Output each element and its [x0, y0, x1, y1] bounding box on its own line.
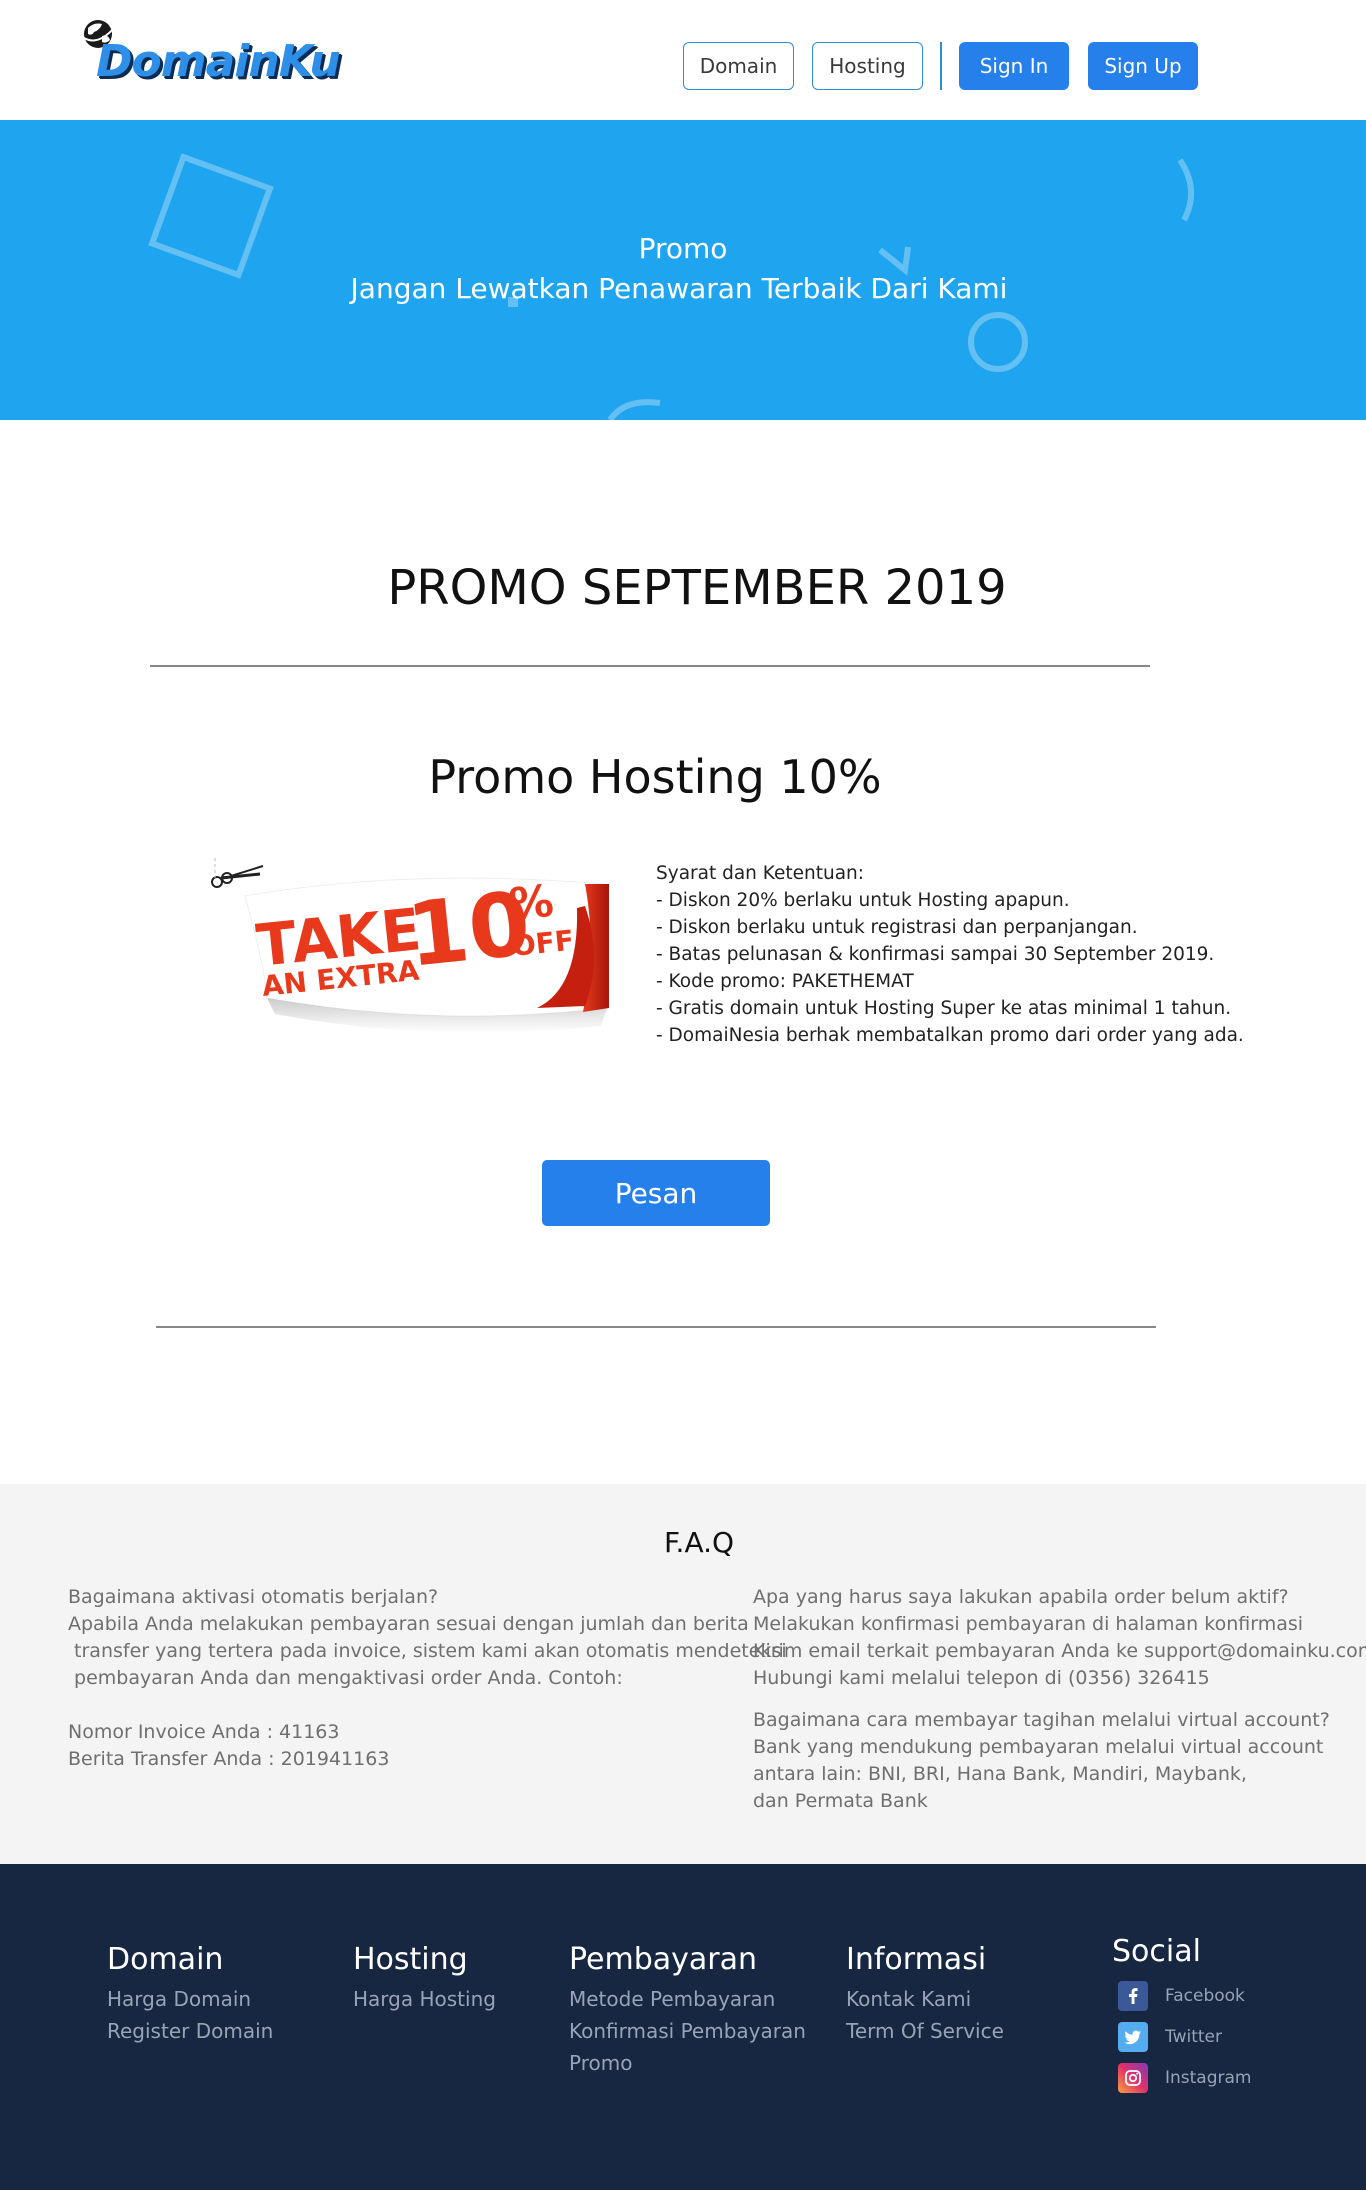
faq-question: Bagaimana aktivasi otomatis berjalan?: [68, 1586, 439, 1608]
footer-link-promo[interactable]: Promo: [569, 2047, 806, 2079]
hero-banner: Promo Jangan Lewatkan Penawaran Terbaik …: [0, 120, 1366, 420]
terms-line: - Batas pelunasan & konfirmasi sampai 30…: [656, 944, 1215, 965]
divider: [156, 1326, 1156, 1328]
footer-social-column: Social Facebook Twitter Instagram: [1112, 1934, 1252, 2098]
instagram-icon: [1118, 2062, 1148, 2093]
divider: [150, 665, 1150, 667]
faq-answer-line: Kirim email terkait pembayaran Anda ke s…: [753, 1640, 1366, 1662]
hero-subtitle: Jangan Lewatkan Penawaran Terbaik Dari K…: [350, 272, 1008, 305]
facebook-icon: [1118, 1980, 1148, 2011]
footer-domain-column: Domain Harga Domain Register Domain: [107, 1942, 273, 2047]
nav-hosting-button[interactable]: Hosting: [812, 42, 923, 90]
footer-link-metode-pembayaran[interactable]: Metode Pembayaran: [569, 1983, 806, 2015]
faq-title: F.A.Q: [663, 1526, 735, 1559]
social-link-facebook[interactable]: Facebook: [1112, 1975, 1252, 2016]
terms-line: - DomaiNesia berhak membatalkan promo da…: [656, 1025, 1244, 1046]
footer-informasi-column: Informasi Kontak Kami Term Of Service: [846, 1942, 1004, 2047]
social-label: Instagram: [1165, 2067, 1252, 2088]
faq-answer-line: Bank yang mendukung pembayaran melalui v…: [753, 1736, 1324, 1758]
faq-example-line: Nomor Invoice Anda : 41163: [68, 1721, 340, 1743]
order-button[interactable]: Pesan: [542, 1160, 770, 1226]
footer-pembayaran-column: Pembayaran Metode Pembayaran Konfirmasi …: [569, 1942, 806, 2079]
terms-line: - Diskon 20% berlaku untuk Hosting apapu…: [656, 890, 1070, 911]
footer-link-kontak-kami[interactable]: Kontak Kami: [846, 1983, 1004, 2015]
nav-domain-button[interactable]: Domain: [683, 42, 794, 90]
promo-subheading: Promo Hosting 10%: [428, 750, 882, 804]
faq-answer-line: antara lain: BNI, BRI, Hana Bank, Mandir…: [753, 1763, 1247, 1785]
terms-line: Syarat dan Ketentuan:: [656, 863, 865, 884]
footer-column-title: Domain: [107, 1942, 224, 1977]
coupon-off-text: OFF: [510, 924, 575, 963]
hero-title: Promo: [638, 232, 728, 265]
faq-answer-line: dan Permata Bank: [753, 1790, 928, 1812]
hero-decoration: [148, 153, 1195, 420]
social-label: Twitter: [1165, 2026, 1222, 2047]
footer-link-harga-domain[interactable]: Harga Domain: [107, 1983, 273, 2015]
footer-link-register-domain[interactable]: Register Domain: [107, 2015, 273, 2047]
faq-right-column: Apa yang harus saya lakukan apabila orde…: [753, 1584, 1366, 1815]
footer-link-harga-hosting[interactable]: Harga Hosting: [353, 1983, 496, 2015]
coupon-percent-sign: %: [507, 876, 556, 931]
footer-link-konfirmasi-pembayaran[interactable]: Konfirmasi Pembayaran: [569, 2015, 806, 2047]
faq-answer-line: transfer yang tertera pada invoice, sist…: [68, 1640, 787, 1662]
sign-in-button[interactable]: Sign In: [959, 42, 1069, 90]
scissors-icon: [211, 865, 264, 888]
logo-text: DomainKu: [96, 36, 341, 87]
faq-question: Bagaimana cara membayar tagihan melalui …: [753, 1709, 1330, 1731]
faq-example-line: Berita Transfer Anda : 201941163: [68, 1748, 390, 1770]
faq-answer-line: Hubungi kami melalui telepon di (0356) 3…: [753, 1667, 1210, 1689]
terms-line: - Kode promo: PAKETHEMAT: [656, 971, 914, 992]
site-footer: Domain Harga Domain Register Domain Host…: [0, 1864, 1366, 2190]
promo-terms: Syarat dan Ketentuan: - Diskon 20% berla…: [656, 860, 1296, 1049]
social-link-instagram[interactable]: Instagram: [1112, 2057, 1252, 2098]
footer-column-title: Hosting: [353, 1942, 468, 1977]
faq-answer-line: pembayaran Anda dan mengaktivasi order A…: [68, 1667, 623, 1689]
faq-answer-line: Apabila Anda melakukan pembayaran sesuai…: [68, 1613, 749, 1635]
footer-link-term-of-service[interactable]: Term Of Service: [846, 2015, 1004, 2047]
footer-hosting-column: Hosting Harga Hosting: [353, 1942, 496, 2015]
footer-column-title: Social: [1112, 1934, 1201, 1969]
faq-question: Apa yang harus saya lakukan apabila orde…: [753, 1586, 1289, 1608]
terms-line: - Gratis domain untuk Hosting Super ke a…: [656, 998, 1232, 1019]
footer-column-title: Pembayaran: [569, 1942, 757, 1977]
coupon-image: TAKE AN EXTRA 10 % OFF: [211, 858, 609, 1033]
terms-line: - Diskon berlaku untuk registrasi dan pe…: [656, 917, 1138, 938]
promo-heading: PROMO SEPTEMBER 2019: [387, 560, 1007, 616]
twitter-icon: [1118, 2021, 1148, 2052]
faq-answer-line: Melakukan konfirmasi pembayaran di halam…: [753, 1613, 1304, 1635]
faq-left-column: Bagaimana aktivasi otomatis berjalan? Ap…: [68, 1584, 787, 1773]
site-header: DomainKu Domain Hosting Sign In Sign Up: [0, 0, 1366, 120]
social-link-twitter[interactable]: Twitter: [1112, 2016, 1252, 2057]
faq-section: F.A.Q Bagaimana aktivasi otomatis berjal…: [0, 1484, 1366, 1864]
sign-up-button[interactable]: Sign Up: [1088, 42, 1198, 90]
domainku-logo[interactable]: DomainKu: [80, 14, 341, 90]
nav-divider: [940, 42, 942, 90]
footer-column-title: Informasi: [846, 1942, 987, 1977]
social-label: Facebook: [1165, 1985, 1245, 2006]
